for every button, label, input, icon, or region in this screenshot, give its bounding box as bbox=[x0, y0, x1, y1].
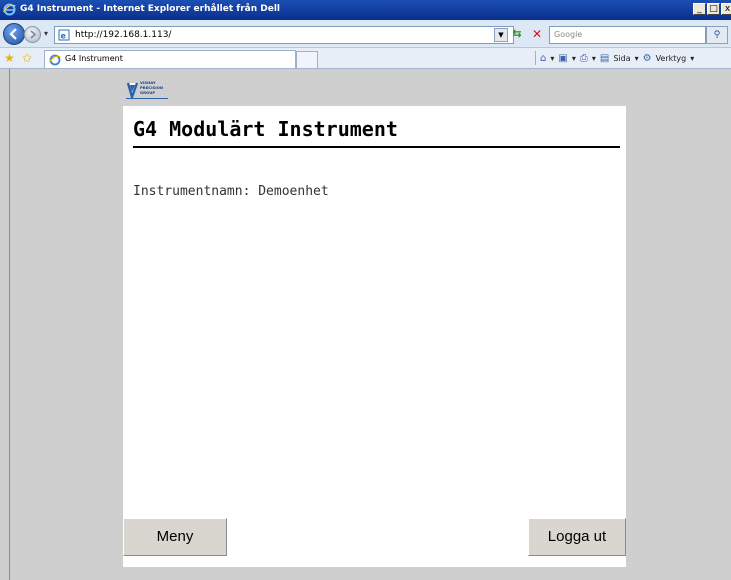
new-tab-button[interactable] bbox=[296, 51, 318, 68]
navigation-bar: ▾ e http://192.168.1.113/ ▼ ⇆ ✕ Google ⚲ bbox=[0, 20, 731, 48]
logout-button[interactable]: Logga ut bbox=[528, 518, 626, 556]
page-menu-icon[interactable]: ▤ bbox=[600, 53, 609, 64]
maximize-button[interactable]: □ bbox=[707, 3, 720, 15]
internet-explorer-icon bbox=[3, 3, 16, 16]
address-url[interactable]: http://192.168.1.113/ bbox=[75, 30, 171, 40]
vishay-logo-icon: VISHAY PRECISION GROUP bbox=[126, 80, 163, 99]
page-dropdown-icon[interactable]: ▾ bbox=[635, 54, 639, 63]
divider bbox=[535, 51, 536, 65]
close-button[interactable]: x bbox=[721, 3, 731, 15]
search-placeholder: Google bbox=[554, 30, 583, 39]
page-icon: e bbox=[58, 29, 70, 41]
refresh-icon[interactable]: ⇆ bbox=[509, 27, 525, 43]
main-panel: G4 Modulärt Instrument Instrumentnamn: D… bbox=[123, 106, 626, 567]
window-title: G4 Instrument - Internet Explorer erhåll… bbox=[20, 4, 281, 14]
page-title: G4 Modulärt Instrument bbox=[133, 117, 398, 141]
command-bar: ⌂ ▾ ▣ ▾ ⎙ ▾ ▤ Sida ▾ ⚙ Verktyg ▾ bbox=[535, 51, 694, 65]
svg-text:e: e bbox=[61, 32, 67, 41]
feeds-icon[interactable]: ▣ bbox=[558, 53, 567, 64]
back-button[interactable] bbox=[3, 23, 25, 45]
instrument-name-row: Instrumentnamn: Demoenhet bbox=[133, 184, 329, 199]
add-favorite-icon[interactable]: ✩ bbox=[22, 51, 32, 65]
menu-button[interactable]: Meny bbox=[123, 518, 227, 556]
back-arrow-icon bbox=[9, 28, 17, 40]
tab-g4-instrument[interactable]: G4 Instrument bbox=[44, 50, 296, 68]
logo-line-3: GROUP bbox=[140, 90, 155, 95]
stop-icon[interactable]: ✕ bbox=[529, 27, 545, 43]
title-underline bbox=[133, 146, 620, 148]
viewport-border bbox=[9, 69, 10, 580]
address-dropdown-icon[interactable]: ▼ bbox=[494, 28, 508, 42]
favorites-star-icon[interactable]: ★ bbox=[4, 51, 15, 65]
forward-arrow-icon bbox=[30, 30, 37, 39]
company-logo: VISHAY PRECISION GROUP bbox=[126, 77, 168, 99]
print-dropdown-icon[interactable]: ▾ bbox=[592, 54, 596, 63]
tools-menu[interactable]: Verktyg bbox=[656, 54, 687, 63]
tab-label: G4 Instrument bbox=[65, 54, 123, 63]
home-icon[interactable]: ⌂ bbox=[540, 53, 546, 64]
search-input[interactable]: Google bbox=[549, 26, 706, 44]
page-menu[interactable]: Sida bbox=[613, 54, 630, 63]
address-bar[interactable]: e http://192.168.1.113/ bbox=[54, 26, 514, 44]
feeds-dropdown-icon[interactable]: ▾ bbox=[572, 54, 576, 63]
home-dropdown-icon[interactable]: ▾ bbox=[550, 54, 554, 63]
instrument-name-value: Demoenhet bbox=[258, 184, 329, 199]
forward-button[interactable] bbox=[24, 26, 41, 43]
tools-gear-icon[interactable]: ⚙ bbox=[643, 53, 652, 64]
tab-page-icon bbox=[49, 54, 61, 66]
minimize-button[interactable]: _ bbox=[693, 3, 706, 15]
history-dropdown-icon[interactable]: ▾ bbox=[44, 29, 48, 38]
tab-bar: ★ ✩ G4 Instrument ⌂ ▾ ▣ ▾ ⎙ ▾ ▤ Sida ▾ ⚙ Ver… bbox=[0, 48, 731, 69]
window-titlebar: G4 Instrument - Internet Explorer erhåll… bbox=[0, 0, 731, 20]
tools-dropdown-icon[interactable]: ▾ bbox=[690, 54, 694, 63]
instrument-name-label: Instrumentnamn: bbox=[133, 184, 251, 199]
print-icon[interactable]: ⎙ bbox=[580, 53, 588, 64]
search-icon[interactable]: ⚲ bbox=[706, 26, 728, 44]
page-viewport: VISHAY PRECISION GROUP G4 Modulärt Instr… bbox=[0, 69, 731, 580]
